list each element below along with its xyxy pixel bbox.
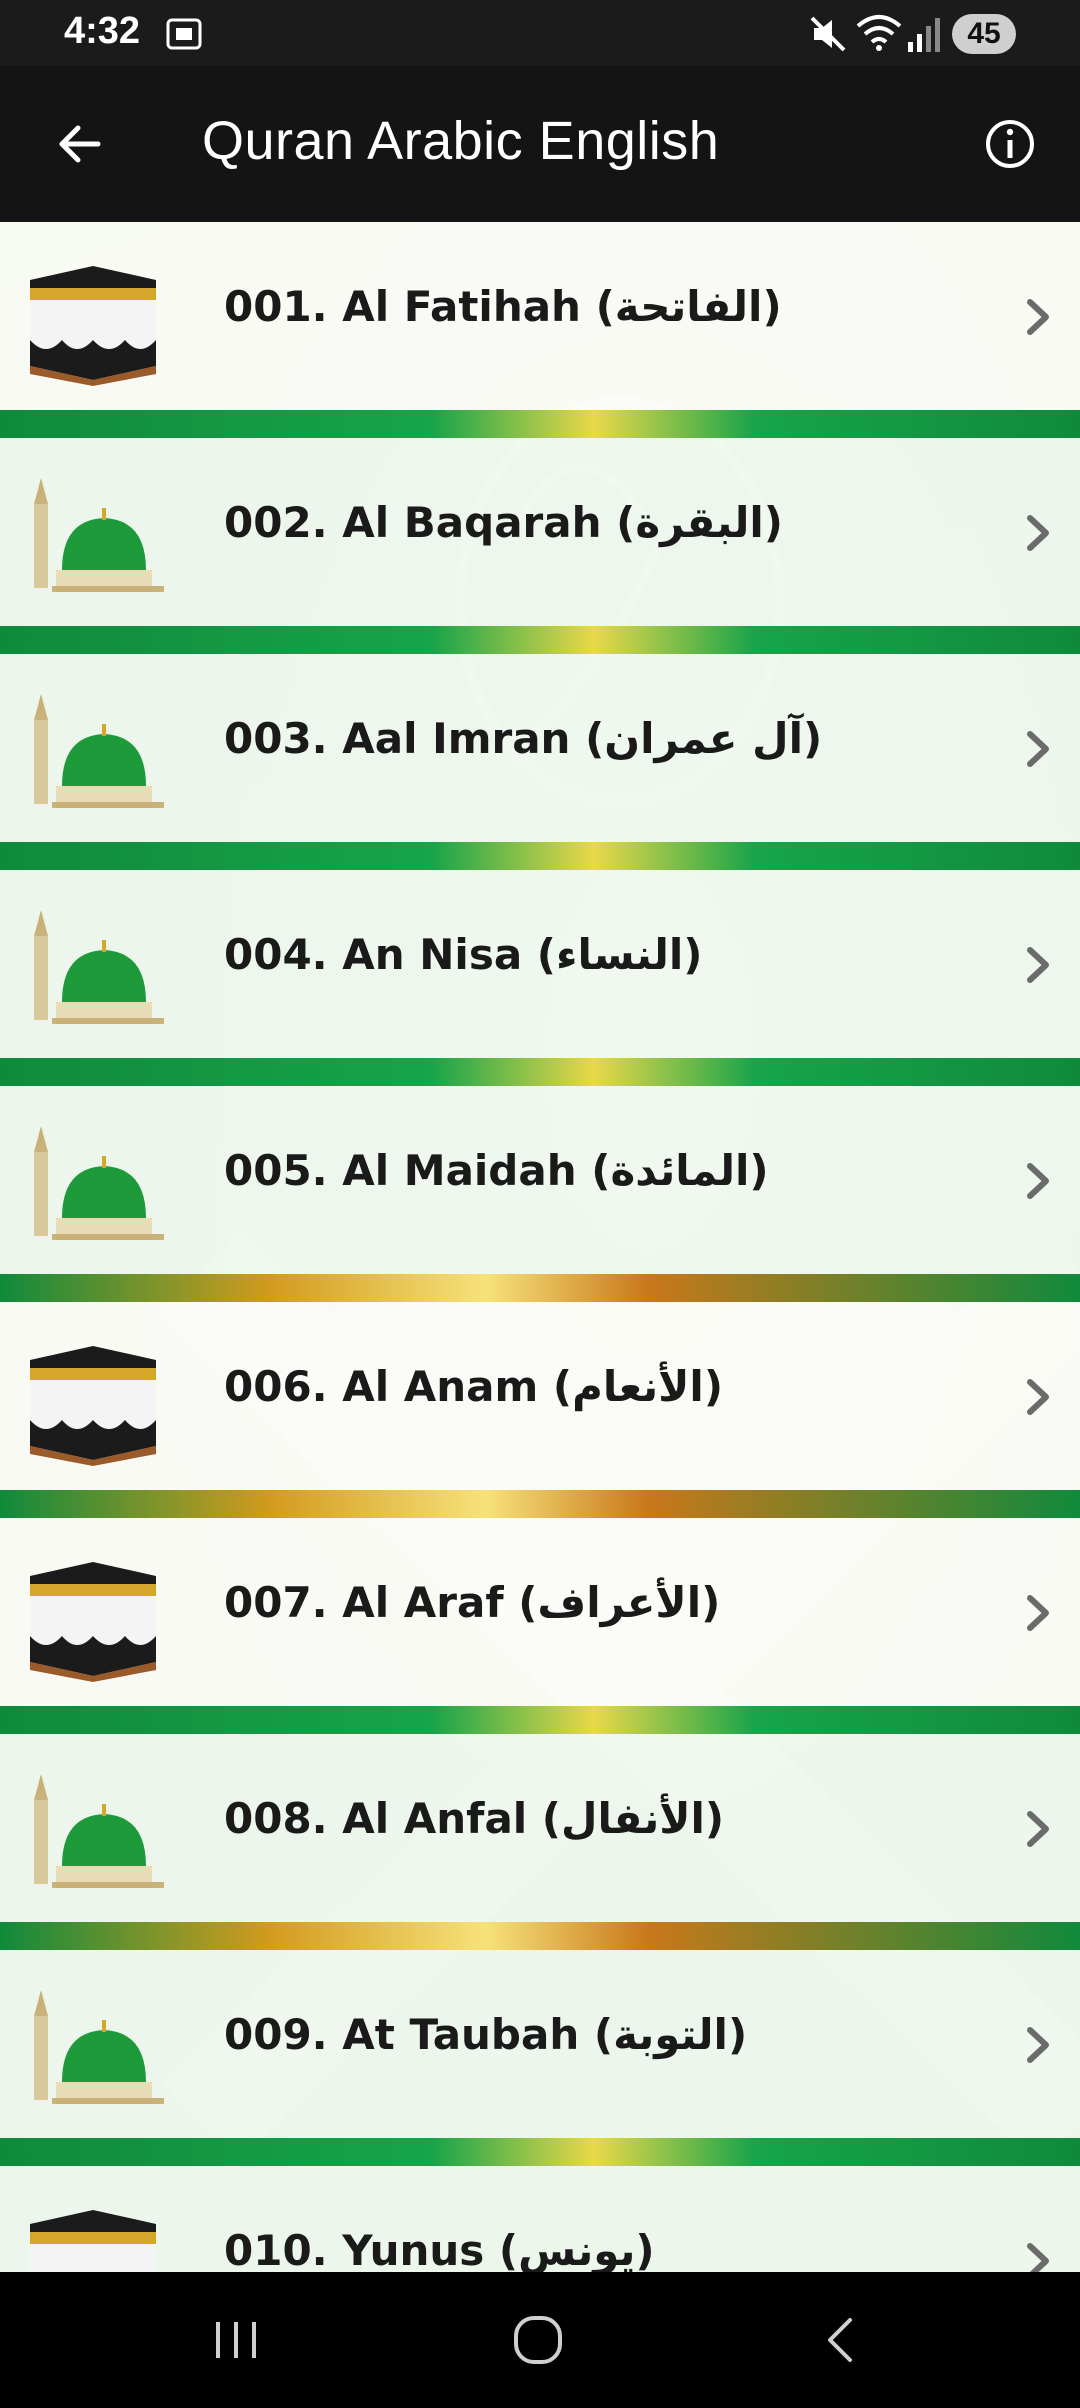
chevron-right-icon [1027, 2243, 1049, 2272]
row-divider [0, 1922, 1080, 1950]
chevron-right-icon [1027, 947, 1049, 983]
mosque-icon [34, 694, 164, 808]
surah-label: 010. Yunus (يونس) [224, 2226, 655, 2272]
chevron-right-icon [1027, 515, 1049, 551]
list-item-background: 008. Al Anfal (الأنفال) [0, 1734, 1080, 1922]
surah-label: 005. Al Maidah (المائدة) [224, 1146, 769, 1195]
surah-label: 007. Al Araf (الأعراف) [224, 1578, 721, 1627]
chevron-right-icon [1027, 299, 1049, 335]
list-item-background: 007. Al Araf (الأعراف) [0, 1518, 1080, 1706]
surah-label: 001. Al Fatihah (الفاتحة) [224, 282, 782, 331]
row-divider [0, 1274, 1080, 1302]
kaaba-icon [30, 1562, 156, 1682]
kaaba-icon [30, 266, 156, 386]
status-bar: 4:32 45 [0, 0, 1080, 66]
surah-label: 009. At Taubah (التوبة) [224, 2010, 748, 2059]
surah-list-item[interactable]: 001. Al Fatihah (الفاتحة) [0, 222, 1080, 438]
signal-icon [908, 18, 940, 52]
chevron-right-icon [1027, 2027, 1049, 2063]
mosque-icon [34, 1126, 164, 1240]
surah-label: 003. Aal Imran (آل عمران) [224, 714, 823, 763]
row-divider [0, 2138, 1080, 2166]
row-divider [0, 1706, 1080, 1734]
chevron-right-icon [1027, 1595, 1049, 1631]
chevron-right-icon [1027, 1379, 1049, 1415]
chevron-right-icon [1027, 1163, 1049, 1199]
surah-list-item[interactable]: 007. Al Araf (الأعراف) [0, 1518, 1080, 1734]
kaaba-icon [30, 1346, 156, 1466]
back-icon[interactable] [800, 2310, 880, 2370]
row-divider [0, 626, 1080, 654]
surah-list-item[interactable]: 004. An Nisa (النساء) [0, 870, 1080, 1086]
mute-icon [810, 16, 846, 52]
status-time: 4:32 [64, 10, 141, 52]
arrow-left-icon[interactable] [52, 116, 108, 172]
surah-label: 008. Al Anfal (الأنفال) [224, 1794, 725, 1843]
surah-list-item[interactable]: 003. Aal Imran (آل عمران) [0, 654, 1080, 870]
row-divider [0, 1058, 1080, 1086]
surah-list-item[interactable]: 002. Al Baqarah (البقرة) [0, 438, 1080, 654]
mosque-icon [34, 478, 164, 592]
surah-list-item[interactable]: 009. At Taubah (التوبة) [0, 1950, 1080, 2166]
list-item-background: 009. At Taubah (التوبة) [0, 1950, 1080, 2138]
list-item-background: 005. Al Maidah (المائدة) [0, 1086, 1080, 1274]
surah-label: 006. Al Anam (الأنعام) [224, 1362, 724, 1411]
surah-list-item[interactable]: 010. Yunus (يونس) [0, 2166, 1080, 2272]
list-item-background: 002. Al Baqarah (البقرة) [0, 438, 1080, 626]
navigation-bar [0, 2272, 1080, 2408]
list-item-background: 010. Yunus (يونس) [0, 2166, 1080, 2272]
list-item-background: 001. Al Fatihah (الفاتحة) [0, 222, 1080, 410]
page-title: Quran Arabic English [202, 111, 720, 171]
home-icon[interactable] [498, 2310, 578, 2370]
surah-list-item[interactable]: 008. Al Anfal (الأنفال) [0, 1734, 1080, 1950]
chevron-right-icon [1027, 731, 1049, 767]
kaaba-icon [30, 2210, 156, 2272]
mosque-icon [34, 1990, 164, 2104]
list-item-background: 006. Al Anam (الأنعام) [0, 1302, 1080, 1490]
mosque-icon [34, 1774, 164, 1888]
info-icon[interactable] [982, 116, 1038, 172]
surah-list-item[interactable]: 005. Al Maidah (المائدة) [0, 1086, 1080, 1302]
wifi-icon [856, 15, 902, 51]
screenshot-icon [166, 18, 202, 50]
chevron-right-icon [1027, 1811, 1049, 1847]
surah-label: 004. An Nisa (النساء) [224, 930, 703, 979]
list-item-background: 004. An Nisa (النساء) [0, 870, 1080, 1058]
recents-icon[interactable] [196, 2310, 276, 2370]
surah-list-item[interactable]: 006. Al Anam (الأنعام) [0, 1302, 1080, 1518]
row-divider [0, 1490, 1080, 1518]
surah-list: 001. Al Fatihah (الفاتحة) 002. Al Baqarah… [0, 222, 1080, 2272]
list-item-background: 003. Aal Imran (آل عمران) [0, 654, 1080, 842]
battery-icon: 45 [952, 14, 1016, 54]
mosque-icon [34, 910, 164, 1024]
surah-label: 002. Al Baqarah (البقرة) [224, 498, 783, 547]
row-divider [0, 842, 1080, 870]
app-bar: Quran Arabic English [0, 66, 1080, 222]
row-divider [0, 410, 1080, 438]
